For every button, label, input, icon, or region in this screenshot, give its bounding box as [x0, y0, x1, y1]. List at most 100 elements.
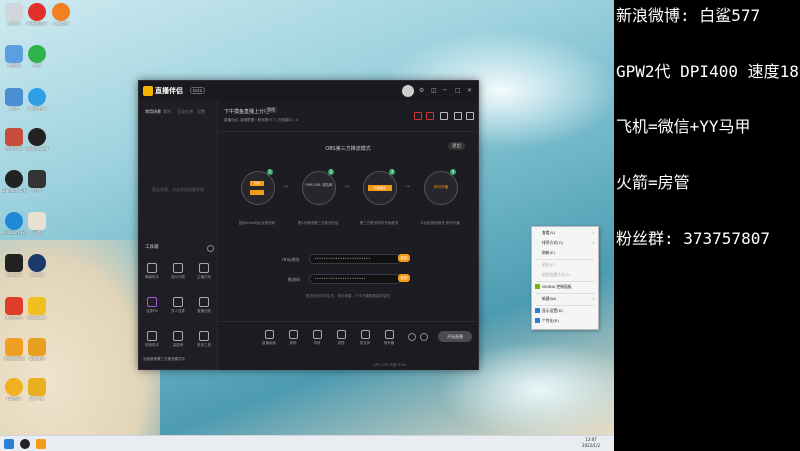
copy-key-button[interactable]: 复制 [398, 274, 410, 282]
scene-button[interactable]: 直播画面 [260, 330, 278, 346]
toolbox-add-icon[interactable] [207, 245, 214, 252]
menu-item-view[interactable]: 查看(V) [542, 230, 555, 236]
wechat-icon [28, 45, 46, 63]
menu-item-sort[interactable]: 排序方式(O) [542, 240, 563, 246]
layout-icon[interactable]: ◫ [431, 87, 437, 94]
edge-icon [5, 212, 23, 230]
tool-rank[interactable]: 高能榜 [168, 331, 188, 348]
lock-icon[interactable] [426, 112, 434, 120]
desktop-icon[interactable]: 微信 [24, 45, 50, 68]
desktop-icon[interactable]: QQ飞车 [24, 378, 50, 401]
step-4: 4 即可开播 [424, 169, 458, 205]
rtmp-field[interactable]: •••••••••••••••••••••••• [309, 254, 401, 264]
avatar[interactable] [402, 85, 414, 97]
tool-voice[interactable]: 语音助手 [142, 331, 162, 348]
mode-title: OBS第三方推流模式 [325, 146, 371, 152]
obs-taskbar-icon[interactable] [20, 439, 30, 449]
chevron-right-icon: › [592, 240, 594, 245]
task-icon [199, 263, 209, 273]
emulator-icon [5, 338, 23, 356]
tool-task[interactable]: 主播任务 [194, 263, 214, 280]
tab-gifts[interactable]: 互动礼物 [177, 109, 193, 115]
tool-more[interactable]: 更多工具 [194, 331, 214, 348]
start-button[interactable] [4, 439, 14, 449]
beauty-button[interactable]: 美颜 [284, 330, 302, 346]
desktop-icon[interactable]: 小米助手 [48, 3, 74, 26]
maximize-button[interactable]: □ [455, 87, 461, 94]
screen-icon [264, 330, 274, 339]
bag-icon[interactable] [440, 112, 448, 120]
effects-icon [312, 330, 322, 339]
menu-item-display[interactable]: 显示设置(D) [542, 308, 563, 314]
clock[interactable]: 13:07 2022/1/2 [582, 437, 600, 449]
desktop-icon[interactable]: 优酷 [24, 170, 50, 193]
tab-scenes[interactable]: 常用场景 [145, 109, 161, 115]
step-1-label: 复制rtmp地址及推流码 [238, 221, 276, 225]
gear-icon[interactable] [420, 333, 428, 341]
desktop-icon[interactable]: OBS Studio [24, 128, 50, 151]
tool-replay[interactable]: 直播回放 [194, 297, 214, 314]
menu-divider [536, 293, 594, 294]
stream-key-hint: 推流码仅本机生效，请勿泄露，下次开播需要重新复制 [306, 294, 390, 298]
desktop-icon[interactable]: Steam [24, 254, 50, 277]
mic-button[interactable]: 麦克风 [356, 330, 374, 346]
tool-pk[interactable]: 连麦PK [142, 297, 162, 314]
speaker-button[interactable]: 扬声器 [380, 330, 398, 346]
desktop-context-menu: 查看(V) › 排序方式(O) › 刷新(E) 粘贴(P) 粘贴快捷方式(S) … [531, 226, 599, 330]
step-1-copy-visual: 复制 [250, 181, 264, 186]
menu-item-personalize[interactable]: 个性化(R) [542, 318, 559, 324]
share-icon[interactable] [466, 112, 474, 120]
menu-divider [536, 281, 594, 282]
step-2: 2 FMS URL 流名称 [302, 169, 336, 205]
chevron-right-icon: › [592, 230, 594, 235]
netease-music-icon [28, 3, 46, 21]
weibo-line: 新浪微博: 白鲨577 [616, 6, 761, 25]
menu-item-paste[interactable]: 粘贴(P) [542, 262, 555, 268]
menu-item-nvidia[interactable]: NVIDIA 控制面板 [542, 284, 572, 290]
app-name: 直播伴侣 [155, 87, 183, 95]
tool-audience[interactable]: 观众列表 [168, 263, 188, 280]
desktop-icon[interactable]: WeGame [24, 297, 50, 320]
arrow-icon: → [283, 183, 289, 190]
foxmail-icon [5, 254, 23, 272]
steam-icon [28, 254, 46, 272]
menu-item-new[interactable]: 新建(W) [542, 296, 556, 302]
step-1: 1 复制 [241, 169, 275, 205]
start-live-button[interactable]: 开始直播 [438, 331, 472, 342]
voice-icon [147, 331, 157, 341]
chat-icon [147, 263, 157, 273]
clock-date: 2022/1/2 [582, 443, 600, 448]
desktop-icon[interactable]: 网易云音乐 [24, 3, 50, 26]
record-icon[interactable] [408, 333, 416, 341]
nvidia-icon [535, 284, 540, 289]
exit-mode-button[interactable]: 退出 [448, 142, 465, 150]
tab-settings[interactable]: 设置 [197, 109, 205, 115]
app-titlebar: 直播伴侣 beta ⚙ ◫ ─ □ ✕ [139, 81, 478, 101]
app-logo-icon [143, 86, 153, 96]
effects-button[interactable]: 特效 [308, 330, 326, 346]
tab-assets[interactable]: 素材 [163, 109, 171, 115]
recycle-bin-icon [5, 3, 23, 21]
mic-icon [360, 330, 370, 339]
settings-icon[interactable]: ⚙ [419, 87, 424, 94]
minimize-button[interactable]: ─ [443, 87, 447, 94]
menu-item-refresh[interactable]: 刷新(E) [542, 250, 555, 256]
close-button[interactable]: ✕ [467, 87, 472, 94]
chevron-right-icon: › [592, 296, 594, 301]
desktop-icon[interactable]: 腾讯视频 [24, 88, 50, 111]
live-taskbar-icon[interactable] [36, 439, 46, 449]
room-category-tag[interactable]: 游戏 [265, 107, 277, 113]
bell-icon[interactable] [454, 112, 462, 120]
filter-button[interactable]: 滤镜 [332, 330, 350, 346]
copy-rtmp-button[interactable]: 复制 [398, 254, 410, 262]
third-party-mode-text: 当前使用第三方推流模式中 [143, 357, 185, 361]
tool-multi[interactable]: 多人连麦 [168, 297, 188, 314]
tool-danmu[interactable]: 弹幕助手 [142, 263, 162, 280]
desktop-icon[interactable]: 迅雷 [24, 212, 50, 235]
step-4-label: 平台检测到推流 即可开播 [420, 221, 460, 225]
menu-item-paste-shortcut[interactable]: 粘贴快捷方式(S) [542, 272, 570, 278]
desktop-icon[interactable]: 英雄联盟 [24, 338, 50, 361]
gift-icon[interactable] [414, 112, 422, 120]
scene-empty-text: 暂无场景，点击添加场景开始 [152, 187, 204, 192]
stream-key-field[interactable]: •••••••••••••••••••••• [309, 274, 401, 284]
